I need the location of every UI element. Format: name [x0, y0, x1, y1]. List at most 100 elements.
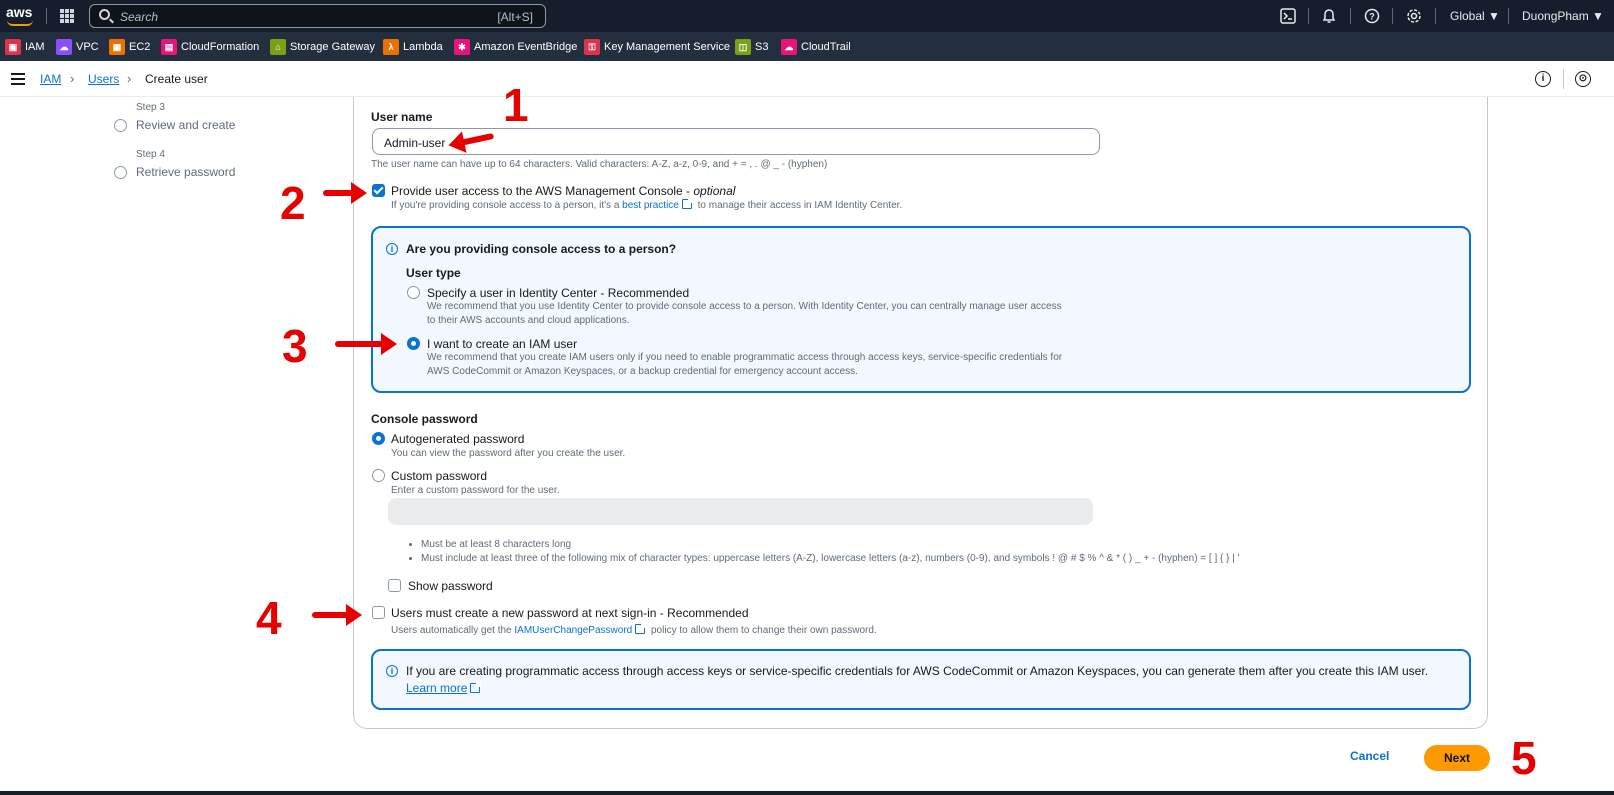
next-button[interactable]: Next [1424, 745, 1490, 771]
username-label: User name [371, 110, 433, 124]
external-link-icon [681, 198, 693, 209]
external-link-icon [470, 682, 482, 693]
bottom-bar [0, 791, 1614, 795]
favorite-vpc[interactable]: ☁ VPC [56, 39, 99, 55]
identity-center-desc-2: to their AWS accounts and cloud applicat… [427, 315, 630, 326]
console-access-label-text: Provide user access to the AWS Managemen… [391, 184, 694, 198]
services-menu-icon[interactable] [60, 9, 74, 23]
favorite-label: EC2 [129, 41, 151, 53]
lambda-service-icon: λ [383, 39, 399, 55]
annotation-number-1: 1 [503, 79, 529, 131]
favorite-eventbridge[interactable]: ✱ Amazon EventBridge [454, 39, 577, 55]
console-access-checkbox[interactable] [372, 184, 385, 197]
password-rule: Must be at least 8 characters long [421, 538, 1240, 552]
info-icon[interactable]: i [1535, 71, 1551, 87]
ec2-service-icon: ▦ [109, 39, 125, 55]
favorites-bar: ▣ IAM ☁ VPC ▦ EC2 ▤ CloudFormation ⌂ Storage … [0, 32, 1614, 61]
storage-gateway-service-icon: ⌂ [270, 39, 286, 55]
region-selector[interactable]: Global ▼ [1450, 9, 1500, 23]
favorite-cloudtrail[interactable]: ☁ CloudTrail [781, 39, 851, 55]
custom-password-radio[interactable] [372, 469, 385, 482]
help-icon[interactable]: ? [1364, 8, 1380, 24]
step-4-circle-icon [114, 166, 127, 179]
password-rule: Must include at least three of the follo… [421, 552, 1240, 566]
favorite-label: VPC [76, 41, 99, 53]
hamburger-menu-icon[interactable] [11, 73, 25, 85]
optional-tag: optional [693, 184, 736, 198]
show-password-checkbox[interactable] [388, 579, 401, 592]
search-shortcut: [Alt+S] [497, 10, 533, 24]
annotation-number-5: 5 [1511, 732, 1537, 784]
require-reset-desc: Users automatically get the IAMUserChang… [391, 623, 877, 638]
programmatic-access-note [371, 649, 1471, 710]
autogenerated-password-desc: You can view the password after you crea… [391, 448, 626, 459]
info-icon: i [386, 243, 398, 255]
top-navigation: aws Search [Alt+S] ? Global ▼ DuongPham … [0, 0, 1614, 32]
favorite-iam[interactable]: ▣ IAM [5, 39, 45, 55]
s3-service-icon: ◫ [735, 39, 751, 55]
custom-password-input[interactable] [388, 498, 1093, 525]
aws-logo-text: aws [6, 4, 33, 20]
identity-center-label[interactable]: Specify a user in Identity Center - Reco… [427, 286, 689, 300]
favorite-label: Lambda [403, 41, 443, 53]
aws-logo[interactable]: aws [6, 4, 36, 28]
best-practice-link[interactable]: best practice [622, 200, 679, 211]
search-placeholder: Search [120, 10, 159, 24]
annotation-number-4: 4 [256, 592, 282, 644]
settings-icon[interactable] [1406, 8, 1422, 24]
cancel-button[interactable]: Cancel [1350, 749, 1389, 763]
require-reset-label[interactable]: Users must create a new password at next… [391, 606, 749, 620]
step-4-title[interactable]: Retrieve password [136, 165, 235, 179]
cloudformation-service-icon: ▤ [161, 39, 177, 55]
user-type-label: User type [406, 266, 461, 280]
autogenerated-password-radio[interactable] [372, 432, 385, 445]
favorite-label: S3 [755, 41, 769, 53]
password-rules-list: Must be at least 8 characters long Must … [409, 538, 1240, 566]
cloudtrail-service-icon: ☁ [781, 39, 797, 55]
breadcrumb-iam[interactable]: IAM [40, 72, 61, 86]
step-3-title[interactable]: Review and create [136, 118, 235, 132]
iam-user-label[interactable]: I want to create an IAM user [427, 337, 577, 351]
eventbridge-service-icon: ✱ [454, 39, 470, 55]
iam-user-radio[interactable] [407, 337, 420, 350]
iamuserchangepassword-link[interactable]: IAMUserChangePassword [514, 625, 632, 636]
favorite-cloudformation[interactable]: ▤ CloudFormation [161, 39, 259, 55]
identity-center-radio[interactable] [407, 286, 420, 299]
account-menu[interactable]: DuongPham ▼ [1522, 9, 1604, 23]
search-icon [99, 9, 110, 20]
vpc-service-icon: ☁ [56, 39, 72, 55]
search-input[interactable]: Search [Alt+S] [89, 4, 546, 28]
favorite-lambda[interactable]: λ Lambda [383, 39, 443, 55]
favorite-storage-gateway[interactable]: ⌂ Storage Gateway [270, 39, 375, 55]
cloudshell-icon[interactable] [1280, 8, 1296, 24]
identity-center-desc-1: We recommend that you use Identity Cente… [427, 301, 1062, 312]
bell-icon[interactable] [1321, 8, 1337, 24]
iam-user-desc-2: AWS CodeCommit or Amazon Keyspaces, or a… [427, 366, 858, 377]
favorite-ec2[interactable]: ▦ EC2 [109, 39, 150, 55]
custom-password-desc: Enter a custom password for the user. [391, 485, 560, 496]
programmatic-access-note-text: If you are creating programmatic access … [406, 664, 1429, 678]
require-reset-checkbox[interactable] [372, 606, 385, 619]
console-access-desc-suffix: to manage their access in IAM Identity C… [694, 200, 903, 211]
annotation-arrow-4 [312, 604, 362, 626]
show-password-label[interactable]: Show password [408, 579, 493, 593]
require-reset-desc-suffix: policy to allow them to change their own… [648, 625, 877, 636]
console-access-label[interactable]: Provide user access to the AWS Managemen… [391, 184, 735, 198]
step-3-circle-icon [114, 119, 127, 132]
favorite-label: Key Management Service [604, 41, 730, 53]
favorite-s3[interactable]: ◫ S3 [735, 39, 768, 55]
breadcrumb-users[interactable]: Users [88, 72, 119, 86]
custom-password-label[interactable]: Custom password [391, 469, 487, 483]
console-access-desc-text: If you're providing console access to a … [391, 200, 623, 211]
annotation-arrow-3 [335, 333, 397, 355]
feedback-icon[interactable]: ⊙ [1575, 71, 1591, 87]
iam-user-desc-1: We recommend that you create IAM users o… [427, 352, 1063, 363]
chevron-right-icon: › [127, 71, 132, 86]
learn-more-link[interactable]: Learn more [406, 681, 483, 695]
console-access-desc: If you're providing console access to a … [391, 198, 903, 213]
username-hint: The user name can have up to 64 characte… [371, 159, 828, 170]
favorite-label: CloudFormation [181, 41, 260, 53]
favorite-kms[interactable]: ⚿ Key Management Service [584, 39, 730, 55]
external-link-icon [635, 623, 647, 634]
autogenerated-password-label[interactable]: Autogenerated password [391, 432, 524, 446]
